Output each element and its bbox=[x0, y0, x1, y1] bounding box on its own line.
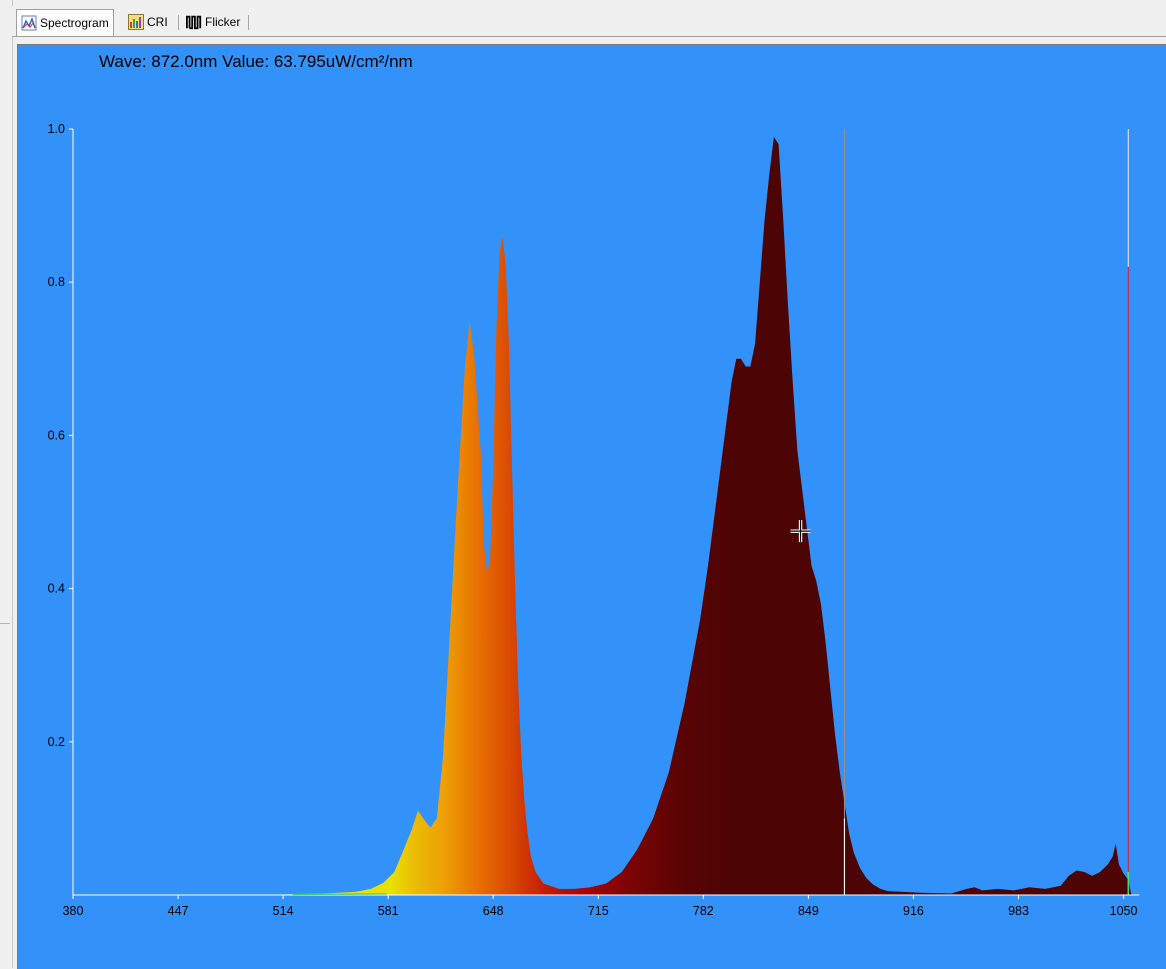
x-tick-label: 380 bbox=[63, 904, 84, 918]
x-tick-label: 983 bbox=[1008, 904, 1029, 918]
spectrum-chart[interactable]: 380 447 514 581 648 715 782 849 916 983 1050 1.0 0.2… bbox=[18, 45, 1166, 969]
x-tick-label: 648 bbox=[483, 904, 504, 918]
y-tick-label: 0.4 bbox=[48, 582, 65, 596]
tab-spectrogram-label: Spectrogram bbox=[40, 16, 109, 30]
tab-spectrogram[interactable]: Spectrogram bbox=[16, 9, 114, 36]
x-tick-label: 447 bbox=[168, 904, 189, 918]
spectrum-plot-area[interactable]: Wave: 872.0nm Value: 63.795uW/cm²/nm 380… bbox=[17, 44, 1166, 969]
tab-divider bbox=[248, 15, 249, 30]
left-panel-edge bbox=[0, 0, 13, 968]
tab-divider bbox=[178, 15, 179, 30]
cri-icon bbox=[128, 14, 144, 30]
x-tick-label: 581 bbox=[378, 904, 399, 918]
y-tick-label: 1.0 bbox=[48, 122, 65, 136]
x-tick-label: 916 bbox=[903, 904, 924, 918]
y-tick-label: 0.2 bbox=[48, 735, 65, 749]
x-tick-label: 782 bbox=[693, 904, 714, 918]
y-tick-label: 0.6 bbox=[48, 428, 65, 442]
tab-cri[interactable]: CRI bbox=[124, 10, 172, 34]
spectrum-area bbox=[73, 136, 1132, 895]
x-tick-label: 715 bbox=[588, 904, 609, 918]
spectrogram-icon bbox=[21, 15, 37, 31]
x-tick-label: 1050 bbox=[1110, 904, 1138, 918]
tab-flicker[interactable]: Flicker bbox=[182, 10, 244, 34]
y-tick-label: 0.8 bbox=[48, 275, 65, 289]
x-tick-label: 514 bbox=[273, 904, 294, 918]
tab-flicker-label: Flicker bbox=[205, 15, 241, 29]
x-tick-label: 849 bbox=[798, 904, 819, 918]
baseline-trace bbox=[292, 893, 387, 896]
left-panel-splitter[interactable] bbox=[0, 623, 10, 624]
flicker-icon bbox=[186, 14, 202, 30]
tab-cri-label: CRI bbox=[147, 15, 168, 29]
tab-bar: Spectrogram CRI Flicker bbox=[12, 6, 1166, 37]
